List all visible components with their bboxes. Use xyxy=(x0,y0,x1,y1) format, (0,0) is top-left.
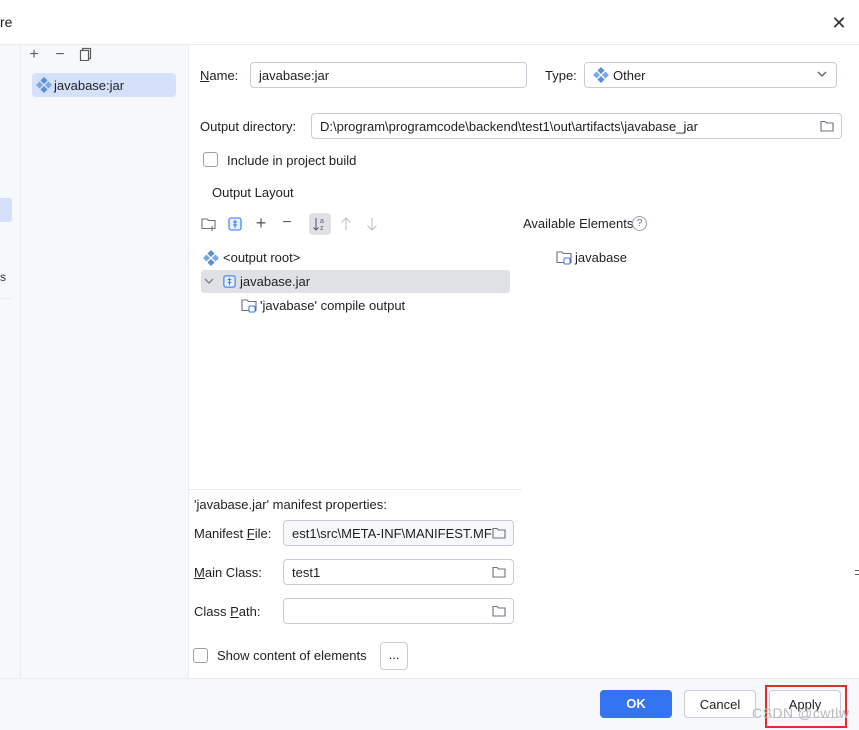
folder-icon[interactable] xyxy=(492,605,506,617)
available-item-javabase[interactable]: javabase xyxy=(575,250,627,265)
folder-icon[interactable] xyxy=(492,566,506,578)
include-in-build-checkbox[interactable] xyxy=(203,152,218,167)
sidebar-selected-item[interactable] xyxy=(0,198,12,222)
close-icon[interactable]: ✕ xyxy=(828,12,850,34)
artifact-item-javabase-jar[interactable]: javabase:jar xyxy=(32,73,176,97)
output-root-icon xyxy=(202,249,220,269)
new-folder-icon[interactable] xyxy=(201,216,217,235)
move-down-icon[interactable] xyxy=(365,216,379,235)
include-in-build-label: Include in project build xyxy=(227,153,357,168)
remove-element-icon[interactable]: − xyxy=(278,214,296,232)
tree-item-javabase-jar[interactable]: javabase.jar xyxy=(240,274,310,289)
main-class-field[interactable]: test1 xyxy=(283,559,514,585)
cancel-button[interactable]: Cancel xyxy=(684,690,756,718)
ok-button[interactable]: OK xyxy=(600,690,672,718)
type-label: Type: xyxy=(545,68,577,83)
chevron-down-icon[interactable] xyxy=(203,275,215,290)
name-field[interactable]: javabase:jar xyxy=(250,62,527,88)
show-content-checkbox[interactable] xyxy=(193,648,208,663)
jar-icon xyxy=(222,274,237,292)
output-directory-value: D:\program\programcode\backend\test1\out… xyxy=(320,119,698,134)
chevron-down-icon xyxy=(816,67,828,84)
folder-icon[interactable] xyxy=(492,527,506,539)
help-icon[interactable]: ? xyxy=(632,216,647,231)
move-up-icon[interactable] xyxy=(339,216,353,235)
artifact-icon xyxy=(592,66,610,86)
module-folder-icon xyxy=(556,250,573,268)
output-directory-field[interactable]: D:\program\programcode\backend\test1\out… xyxy=(311,113,842,139)
manifest-title: 'javabase.jar' manifest properties: xyxy=(194,497,387,512)
settings-sidebar xyxy=(0,45,21,678)
name-label: Name: xyxy=(200,68,239,83)
tab-output-layout[interactable]: Output Layout xyxy=(212,185,294,200)
watermark: CSDN @cwtlw xyxy=(752,705,850,721)
add-element-icon[interactable]: + xyxy=(252,214,270,232)
output-directory-label: Output directory: xyxy=(200,119,297,134)
resize-handle[interactable] xyxy=(855,570,859,575)
manifest-file-value: est1\src\META-INF\MANIFEST.MF xyxy=(292,526,492,541)
available-elements-label: Available Elements xyxy=(523,216,634,231)
show-content-options-button[interactable]: ... xyxy=(380,642,408,670)
show-content-label: Show content of elements xyxy=(217,648,367,663)
copy-icon[interactable] xyxy=(77,47,95,65)
tree-item-output-root[interactable]: <output root> xyxy=(223,250,300,265)
archive-icon[interactable] xyxy=(227,216,243,235)
sort-icon[interactable]: az xyxy=(309,213,331,235)
main-class-value: test1 xyxy=(292,565,321,580)
type-value: Other xyxy=(613,68,646,83)
artifacts-panel xyxy=(21,45,189,678)
sidebar-divider xyxy=(0,298,12,299)
svg-text:a: a xyxy=(320,218,324,225)
artifact-item-label: javabase:jar xyxy=(54,78,125,93)
window-title: re xyxy=(0,14,13,30)
title-bar xyxy=(0,0,859,45)
add-icon[interactable]: + xyxy=(25,46,43,64)
class-path-label: Class Path: xyxy=(194,604,261,619)
manifest-divider xyxy=(189,489,522,490)
manifest-file-field[interactable]: est1\src\META-INF\MANIFEST.MF xyxy=(283,520,514,546)
main-class-label: Main Class: xyxy=(194,565,262,580)
sidebar-item-fragment[interactable]: s xyxy=(0,270,6,284)
folder-icon[interactable] xyxy=(820,120,834,132)
remove-icon[interactable]: − xyxy=(51,46,69,64)
module-folder-icon xyxy=(241,298,258,316)
class-path-field[interactable] xyxy=(283,598,514,624)
svg-text:z: z xyxy=(320,225,324,232)
tree-item-compile-output[interactable]: 'javabase' compile output xyxy=(260,298,405,313)
type-dropdown[interactable]: Other xyxy=(584,62,837,88)
artifact-icon xyxy=(35,76,53,94)
manifest-file-label: Manifest File: xyxy=(194,526,272,541)
